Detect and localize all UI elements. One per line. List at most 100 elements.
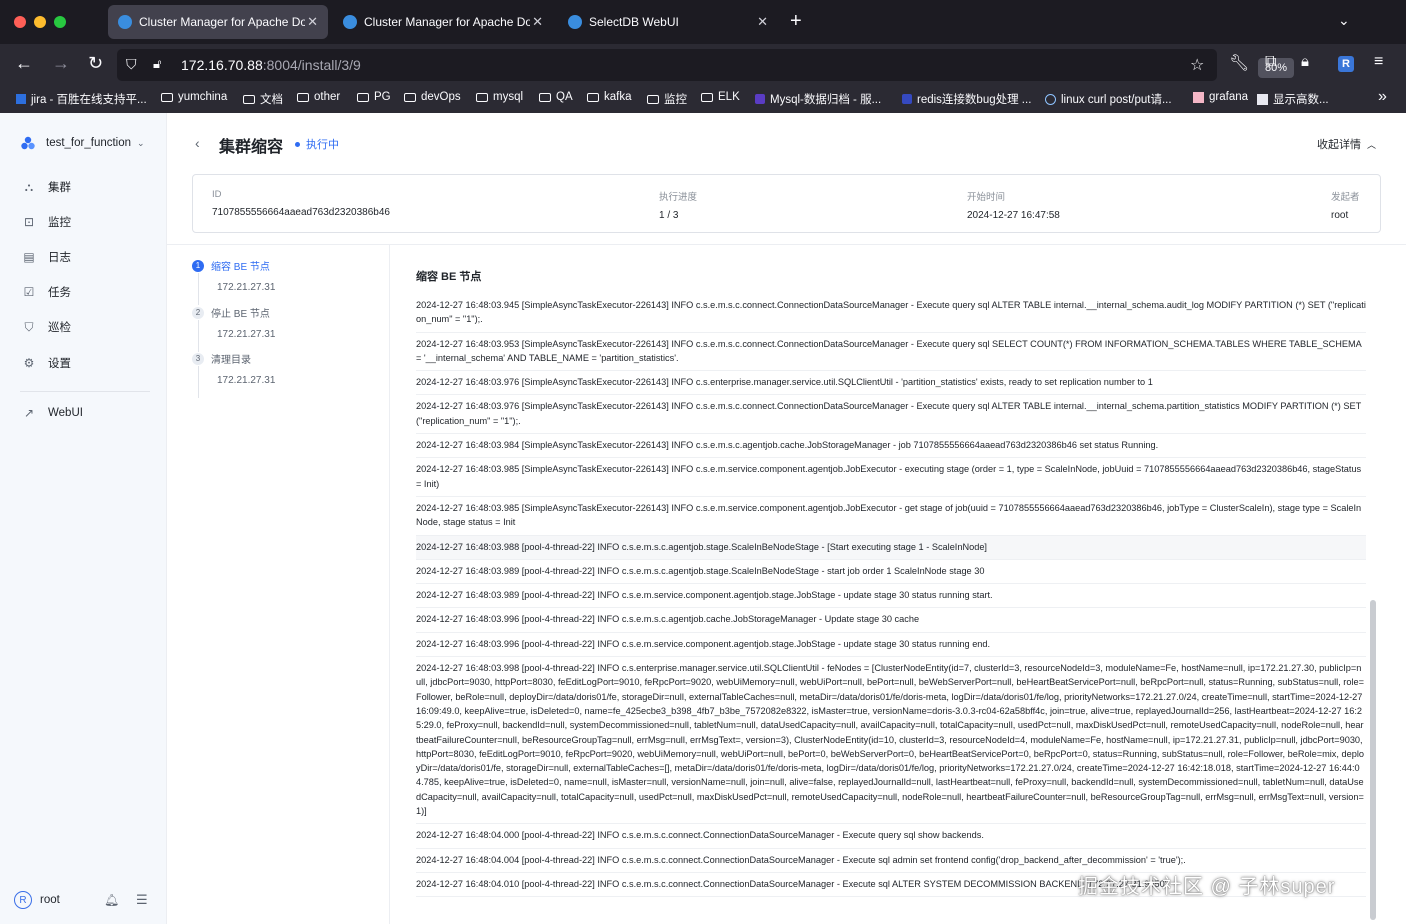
folder-icon: [539, 92, 551, 102]
sidebar-divider: [20, 391, 150, 392]
tab-close-icon[interactable]: ✕: [307, 14, 318, 30]
sidebar-item-settings[interactable]: ⚙ 设置: [22, 353, 152, 373]
browser-tab-3[interactable]: SelectDB WebUI ✕: [558, 5, 778, 39]
log-line: 2024-12-27 16:48:03.985 [SimpleAsyncTask…: [416, 497, 1366, 536]
bookmark-item[interactable]: jira - 百胜在线支持平...: [16, 91, 147, 107]
gear-icon: ⚙: [23, 356, 35, 370]
status-badge: 执行中: [295, 136, 339, 152]
folder-icon: [476, 92, 488, 102]
step-number: 3: [192, 352, 204, 365]
tab-label: Cluster Manager for Apache Doris: [364, 15, 530, 29]
tab-close-icon[interactable]: ✕: [532, 14, 543, 30]
log-line: 2024-12-27 16:48:04.000 [pool-4-thread-2…: [416, 824, 1366, 849]
field-start-time: 开始时间 2024-12-27 16:47:58: [967, 192, 1060, 221]
bookmark-folder[interactable]: devOps: [404, 91, 461, 103]
chart-icon: [1257, 93, 1268, 105]
step-2-node[interactable]: 172.21.27.31: [217, 329, 275, 340]
log-line: 2024-12-27 16:48:03.996 [pool-4-thread-2…: [416, 608, 1366, 633]
more-bookmarks-icon[interactable]: »: [1378, 88, 1387, 106]
status-dot-icon: [295, 141, 300, 147]
watermark: 掘金技术社区 @ 子林super: [1078, 876, 1336, 898]
log-title: 缩容 BE 节点: [416, 271, 482, 283]
padlock-icon[interactable]: 🔒︎: [1301, 53, 1309, 70]
step-connector: [198, 320, 199, 352]
bookmark-folder[interactable]: 文档: [243, 91, 283, 107]
step-1-node[interactable]: 172.21.27.31: [217, 282, 275, 293]
tab-close-icon[interactable]: ✕: [757, 14, 768, 30]
bookmark-folder[interactable]: PG: [357, 91, 391, 103]
log-line: 2024-12-27 16:48:03.953 [SimpleAsyncTask…: [416, 333, 1366, 372]
reload-icon[interactable]: ↻: [88, 53, 103, 74]
list-tabs-icon[interactable]: ⌄: [1338, 12, 1350, 29]
step-3-node[interactable]: 172.21.27.31: [217, 375, 275, 386]
url-text[interactable]: 172.16.70.88:8004/install/3/9: [181, 57, 361, 73]
extensions-icon[interactable]: ⧉: [1265, 53, 1276, 71]
sidebar-item-cluster[interactable]: ⛬ 集群: [22, 177, 152, 197]
collapse-details-button[interactable]: 收起详情 ︿: [1317, 136, 1376, 152]
step-connector: [198, 273, 199, 305]
log-line: 2024-12-27 16:48:03.988 [pool-4-thread-2…: [416, 535, 1366, 560]
bookmark-folder[interactable]: QA: [539, 91, 573, 103]
chevron-down-icon: ⌄: [137, 137, 145, 148]
external-link-icon: ↗: [23, 406, 35, 420]
cluster-icon: ⛬: [24, 179, 34, 194]
sidebar-item-log[interactable]: ▤ 日志: [22, 247, 152, 267]
bookmark-item[interactable]: 显示高数...: [1257, 91, 1329, 107]
sidebar-item-inspect[interactable]: ⛉ 巡检: [22, 317, 152, 337]
cluster-switcher[interactable]: test_for_function ⌄: [20, 135, 145, 151]
sidebar-item-monitor[interactable]: ⊡ 监控: [22, 212, 152, 232]
bookmark-folder[interactable]: ELK: [701, 91, 740, 103]
extension-badge-icon[interactable]: R: [1338, 56, 1354, 72]
browser-tab-1[interactable]: Cluster Manager for Apache Doris ✕: [108, 5, 328, 39]
forward-arrow-icon[interactable]: →: [52, 53, 70, 74]
bell-icon[interactable]: 🔔︎: [104, 893, 119, 907]
browser-tab-2[interactable]: Cluster Manager for Apache Doris ✕: [333, 5, 553, 39]
monitor-icon: ⊡: [23, 215, 35, 229]
step-1[interactable]: 1 缩容 BE 节点: [192, 258, 270, 273]
tab-favicon-icon: [343, 15, 357, 29]
page-title: 集群缩容: [219, 139, 284, 156]
bookmark-folder[interactable]: kafka: [587, 91, 632, 103]
bookmark-folder[interactable]: mysql: [476, 91, 523, 103]
collapse-sidebar-icon[interactable]: ☰: [136, 892, 148, 908]
sidebar-item-webui[interactable]: ↗ WebUI: [22, 403, 152, 423]
step-3[interactable]: 3 清理目录: [192, 351, 251, 366]
bookmark-item[interactable]: Mysql-数据归档 - 服...: [755, 91, 881, 107]
grafana-icon: [1193, 91, 1204, 103]
bookmark-folder[interactable]: other: [297, 91, 340, 103]
new-tab-button[interactable]: +: [790, 10, 802, 33]
log-scrollbar[interactable]: [1370, 600, 1376, 920]
back-arrow-icon[interactable]: ←: [15, 53, 33, 74]
inspect-icon: ⛉: [24, 319, 34, 334]
step-2[interactable]: 2 停止 BE 节点: [192, 305, 270, 320]
main-content: ‹ 集群缩容 执行中 收起详情 ︿ ID 7107855556664aaead76…: [167, 113, 1406, 924]
lock-insecure-icon[interactable]: 🔓︎: [153, 56, 161, 72]
bookmark-star-icon[interactable]: ☆: [1190, 55, 1204, 75]
bookmark-item[interactable]: grafana: [1193, 91, 1248, 103]
menu-hamburger-icon[interactable]: ≡: [1374, 53, 1383, 71]
avatar: R: [14, 891, 32, 909]
log-output[interactable]: 2024-12-27 16:48:03.945 [SimpleAsyncTask…: [416, 294, 1366, 924]
bookmark-folder[interactable]: yumchina: [161, 91, 227, 103]
maximize-window-button[interactable]: [54, 16, 66, 28]
cluster-name: test_for_function: [46, 137, 132, 149]
shield-icon[interactable]: ⛉: [126, 56, 137, 73]
tab-label: SelectDB WebUI: [589, 15, 679, 29]
folder-icon: [404, 92, 416, 102]
tab-strip: Cluster Manager for Apache Doris ✕ Clust…: [0, 0, 1406, 44]
globe-icon: [1045, 93, 1056, 105]
user-menu[interactable]: R root: [14, 891, 60, 909]
bookmark-folder[interactable]: 监控: [647, 91, 687, 107]
wrench-icon[interactable]: 🔧︎: [1229, 53, 1249, 73]
job-info-card: ID 7107855556664aaead763d2320386b46 执行进度…: [192, 174, 1381, 233]
minimize-window-button[interactable]: [34, 16, 46, 28]
bookmark-item[interactable]: redis连接数bug处理 ...: [902, 91, 1031, 107]
sidebar-item-task[interactable]: ☑ 任务: [22, 282, 152, 302]
field-id: ID 7107855556664aaead763d2320386b46: [212, 189, 390, 218]
bookmark-item[interactable]: linux curl post/put请...: [1045, 91, 1172, 107]
jira-icon: [16, 94, 26, 104]
url-bar[interactable]: ⛉ 🔓︎ 172.16.70.88:8004/install/3/9 80% ☆: [117, 49, 1294, 81]
close-window-button[interactable]: [14, 16, 26, 28]
folder-icon: [161, 92, 173, 102]
back-chevron-icon[interactable]: ‹: [195, 135, 200, 151]
